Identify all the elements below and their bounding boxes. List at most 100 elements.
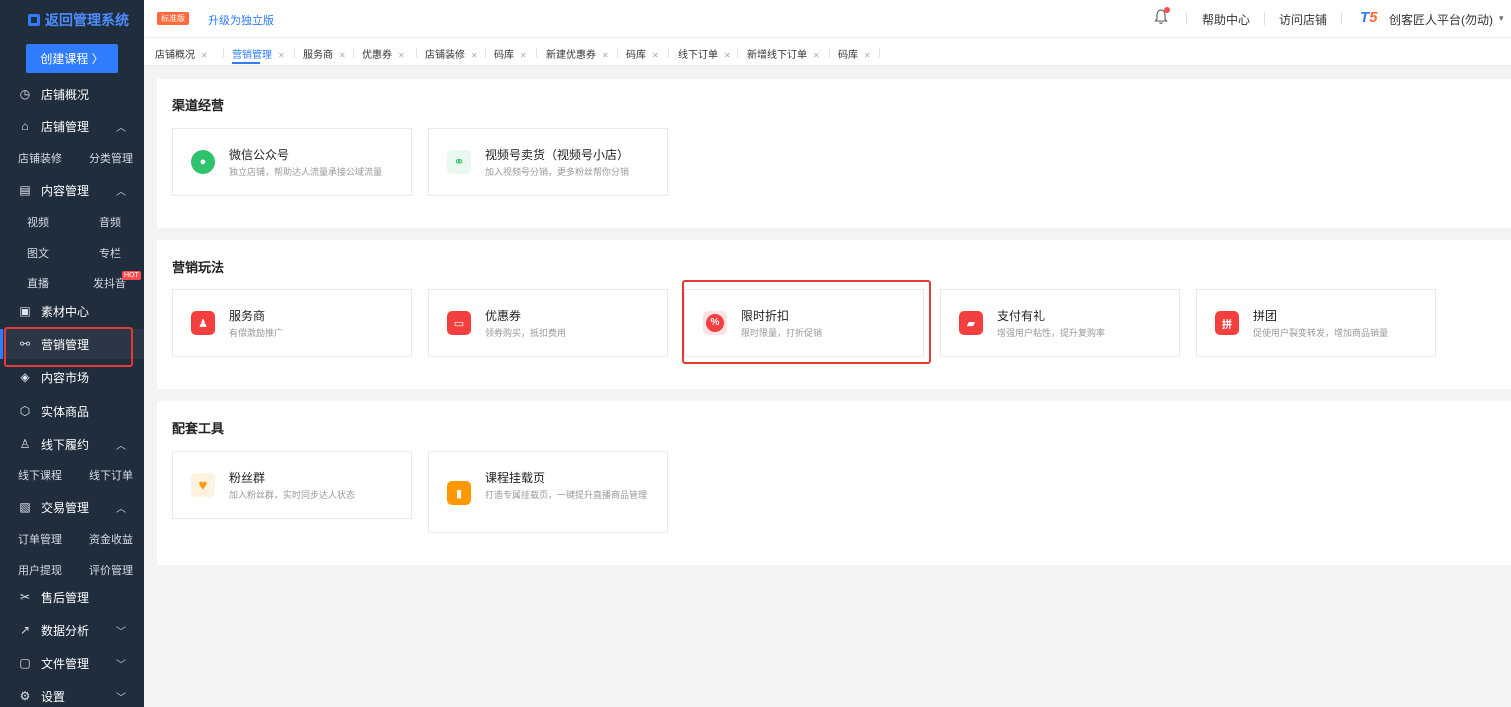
- sidebar-item-label: 实体商品: [41, 404, 90, 419]
- wallet-icon: ▰: [959, 311, 983, 335]
- heart-plus-icon: ♥: [191, 473, 215, 497]
- chevron-down-icon: ﹀: [116, 692, 126, 704]
- sidebar-item-label: 店铺概况: [41, 87, 90, 102]
- sidebar-item-physical[interactable]: ⬡ 实体商品: [0, 396, 144, 426]
- back-to-admin-link[interactable]: 返回管理系统: [0, 0, 144, 40]
- bell-icon[interactable]: [1154, 7, 1170, 25]
- tab-new-coupon[interactable]: 新建优惠券 ✕: [546, 46, 609, 61]
- sidebar-sub-store-decor[interactable]: 店铺装修: [18, 150, 62, 166]
- brand-logo-icon: T5: [1360, 9, 1378, 26]
- sidebar-item-content-market[interactable]: ◈ 内容市场: [0, 362, 144, 392]
- coupon-card[interactable]: ▭ 优惠券 领券购买，抵扣费用: [428, 289, 668, 357]
- chevron-down-icon[interactable]: ▾: [1499, 13, 1504, 24]
- tab-service-provider[interactable]: 服务商 ✕: [303, 46, 346, 61]
- sidebar-item-offline[interactable]: ♙ 线下履约 ︿: [0, 429, 144, 459]
- sidebar-sub-video[interactable]: 视频: [27, 214, 49, 230]
- sidebar-item-label: 设置: [41, 689, 66, 704]
- close-icon[interactable]: ✕: [339, 51, 346, 60]
- sidebar-item-label: 内容管理: [41, 183, 90, 198]
- sidebar-item-material[interactable]: ▣ 素材中心: [0, 296, 144, 326]
- group-buy-card[interactable]: 拼 拼团 促使用户裂变转发，增加商品销量: [1196, 289, 1436, 357]
- tab-label: 线下订单: [678, 50, 718, 61]
- card-title: 视频号卖货（视频号小店）: [485, 148, 630, 162]
- close-icon[interactable]: ✕: [201, 51, 208, 60]
- sidebar-sub-audio[interactable]: 音频: [99, 214, 121, 230]
- tools-icon: ✂: [19, 590, 31, 604]
- upgrade-link[interactable]: 升级为独立版: [208, 12, 274, 28]
- tab-store-overview[interactable]: 店铺概况 ✕: [155, 46, 208, 61]
- close-icon[interactable]: ✕: [471, 51, 478, 60]
- sidebar-sub-category[interactable]: 分类管理: [89, 150, 133, 166]
- top-bar: 标准版 升级为独立版 帮助中心 访问店铺 T5 创客匠人平台(勿动) ▾: [144, 0, 1511, 38]
- close-icon[interactable]: ✕: [652, 51, 659, 60]
- service-provider-card[interactable]: ♟ 服务商 有偿激励推广: [172, 289, 412, 357]
- sidebar-sub-article[interactable]: 图文: [27, 245, 49, 261]
- help-center-link[interactable]: 帮助中心: [1202, 11, 1250, 28]
- tab-bar: 店铺概况 ✕ 营销管理 ✕ 服务商 ✕ 优惠券 ✕ 店铺装修 ✕ 码库 ✕ 新建优惠券 ✕ 码…: [144, 38, 1511, 66]
- chevron-down-icon: ﹀: [116, 626, 126, 638]
- sidebar-sub-withdraw[interactable]: 用户提现: [18, 562, 62, 578]
- section-title: 渠道经营: [172, 98, 225, 113]
- close-icon[interactable]: ✕: [864, 51, 871, 60]
- tab-new-offline-order[interactable]: 新增线下订单 ✕: [747, 46, 820, 61]
- tab-store-decor[interactable]: 店铺装修 ✕: [425, 46, 478, 61]
- tab-label: 服务商: [303, 50, 333, 61]
- sidebar-item-settings[interactable]: ⚙ 设置 ﹀: [0, 681, 144, 707]
- sidebar-sub-fund[interactable]: 资金收益: [89, 531, 133, 547]
- sidebar-item-trade[interactable]: ▧ 交易管理 ︿: [0, 492, 144, 522]
- cube-icon: ⬡: [19, 404, 31, 418]
- hot-badge: HOT: [122, 271, 141, 280]
- close-icon[interactable]: ✕: [602, 51, 609, 60]
- sidebar-sub-live[interactable]: 直播: [27, 275, 49, 291]
- card-title: 优惠券: [485, 309, 522, 323]
- tab-coupon[interactable]: 优惠券 ✕: [362, 46, 405, 61]
- close-icon[interactable]: ✕: [278, 51, 285, 60]
- chevron-up-icon: ︿: [116, 186, 126, 198]
- sidebar-item-content-manage[interactable]: ▤ 内容管理 ︿: [0, 175, 144, 205]
- sidebar-sub-column[interactable]: 专栏: [99, 245, 121, 261]
- visit-store-link[interactable]: 访问店铺: [1279, 11, 1327, 28]
- tab-label: 新增线下订单: [747, 50, 807, 61]
- tab-label: 店铺装修: [425, 50, 465, 61]
- close-icon[interactable]: ✕: [398, 51, 405, 60]
- card-title: 拼团: [1253, 309, 1278, 323]
- card-title: 课程挂载页: [485, 471, 546, 485]
- document-icon: ▤: [19, 183, 31, 197]
- tab-code-library[interactable]: 码库 ✕: [494, 46, 527, 61]
- course-mount-page-card[interactable]: ▮ 课程挂载页 打造专属挂载页，一键提升直播商品管理: [428, 451, 668, 533]
- channel-section: 渠道经营 ● 微信公众号 独立店铺，帮助达人流量承接公域流量 ⚭ 视频号卖货（视…: [157, 79, 1511, 228]
- coupon-icon: ▭: [447, 311, 471, 335]
- sidebar-sub-review[interactable]: 评价管理: [89, 562, 133, 578]
- tab-marketing[interactable]: 营销管理 ✕: [232, 46, 285, 61]
- sidebar-sub-offline-course[interactable]: 线下课程: [18, 467, 62, 483]
- account-menu[interactable]: 创客匠人平台(勿动): [1389, 11, 1493, 28]
- tab-label: 店铺概况: [155, 50, 195, 61]
- card-desc: 领券购买，抵扣费用: [485, 328, 567, 338]
- sidebar-item-store-manage[interactable]: ⌂ 店铺管理 ︿: [0, 111, 144, 141]
- create-course-button[interactable]: 创建课程 〉: [26, 44, 118, 73]
- sidebar-item-files[interactable]: ▢ 文件管理 ﹀: [0, 648, 144, 678]
- sidebar-item-label: 售后管理: [41, 590, 90, 605]
- sidebar-sub-order[interactable]: 订单管理: [18, 531, 62, 547]
- sidebar-sub-offline-order[interactable]: 线下订单: [89, 467, 133, 483]
- wechat-official-account-card[interactable]: ● 微信公众号 独立店铺，帮助达人流量承接公域流量: [172, 128, 412, 196]
- fan-group-card[interactable]: ♥ 粉丝群 加入粉丝群，实时同步达人状态: [172, 451, 412, 519]
- channels-shop-card[interactable]: ⚭ 视频号卖货（视频号小店） 加入视频号分销，更多粉丝帮你分销: [428, 128, 668, 196]
- tab-code-library-3[interactable]: 码库 ✕: [838, 46, 871, 61]
- sidebar-item-label: 交易管理: [41, 500, 90, 515]
- sidebar-item-analytics[interactable]: ↗ 数据分析 ﹀: [0, 615, 144, 645]
- gear-icon: ⚙: [19, 689, 31, 703]
- card-title: 支付有礼: [997, 309, 1046, 323]
- sidebar-item-label: 店铺管理: [41, 119, 90, 134]
- tab-offline-order[interactable]: 线下订单 ✕: [678, 46, 731, 61]
- close-icon[interactable]: ✕: [520, 51, 527, 60]
- material-icon: ▣: [19, 304, 31, 318]
- sidebar-item-store-overview[interactable]: ◷ 店铺概况: [0, 79, 144, 109]
- chart-icon: ↗: [19, 623, 31, 637]
- card-desc: 加入粉丝群，实时同步达人状态: [229, 490, 356, 500]
- tab-code-library-2[interactable]: 码库 ✕: [626, 46, 659, 61]
- payment-gift-card[interactable]: ▰ 支付有礼 增强用户粘性，提升复购率: [940, 289, 1180, 357]
- close-icon[interactable]: ✕: [724, 51, 731, 60]
- close-icon[interactable]: ✕: [813, 51, 820, 60]
- sidebar-item-after-sale[interactable]: ✂ 售后管理: [0, 582, 144, 612]
